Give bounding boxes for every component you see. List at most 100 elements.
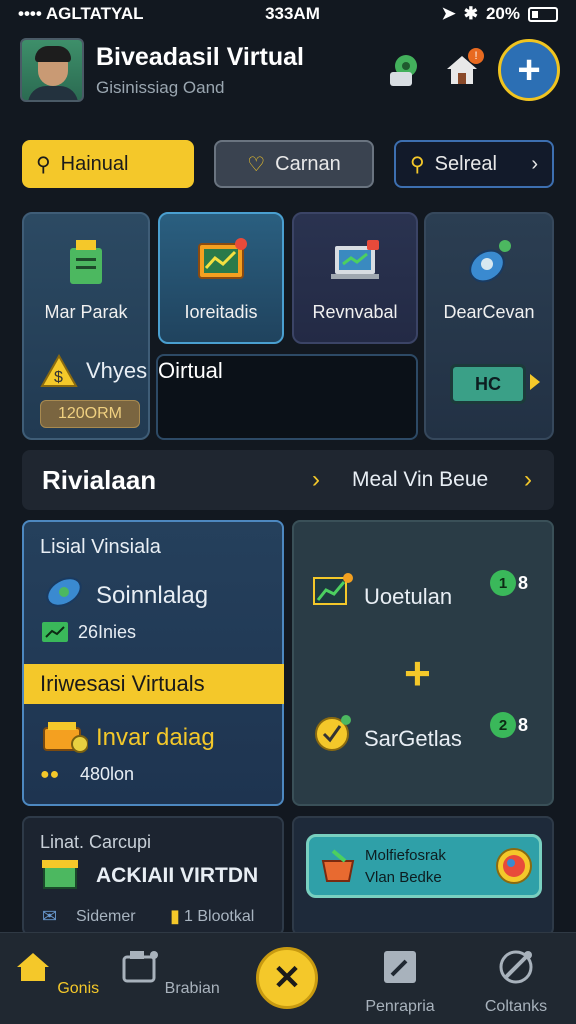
bluetooth-icon: ✱	[463, 4, 478, 23]
bottom-tab-bar: Gonis Brabian ✕ Penrapria Coltanks	[0, 932, 576, 1024]
svg-text:$: $	[54, 369, 63, 386]
chevron-right-icon: ›	[531, 152, 538, 175]
item-sub: 480lon	[80, 764, 135, 784]
card-title: Linat. Carcupi	[40, 832, 152, 852]
card-title: Lisial Vinsiala	[40, 536, 161, 558]
basket-icon	[321, 849, 355, 882]
count-badge: 1 8	[490, 568, 540, 598]
tag-icon	[46, 577, 82, 607]
card-virtual-left[interactable]: Lisial Vinsiala Soinnlalag 26Inies Iriwe…	[22, 520, 284, 806]
laptop-icon	[331, 240, 379, 279]
tile-revnvabal[interactable]: Revnvabal	[292, 212, 418, 344]
status-right: ➤ ✱ 20%	[441, 4, 558, 24]
item-sub: 26Inies	[78, 622, 137, 642]
battery-icon	[527, 6, 558, 22]
tab-label: Coltanks	[484, 998, 548, 1015]
chip-hainual[interactable]: ⚲ Hainual	[22, 140, 194, 188]
chart-icon	[42, 622, 68, 642]
tab-penrapria[interactable]: Penrapria	[350, 943, 450, 1016]
item-label: Uoetulan	[364, 584, 453, 609]
status-bar: •••• AGLTATYAL 333AM ➤ ✱ 20%	[0, 0, 576, 28]
home-icon[interactable]: !	[440, 48, 484, 92]
chart-icon	[313, 573, 353, 605]
tile-label: Ioreitadis	[184, 302, 258, 322]
banner-title: Rivialaan	[42, 464, 157, 495]
edit-icon	[384, 951, 416, 983]
avatar[interactable]	[20, 38, 84, 102]
page-subtitle: Gisinissiag Oand	[96, 77, 225, 97]
tab-home[interactable]: Gonis	[6, 943, 106, 998]
chip-label: Selreal	[434, 152, 497, 175]
header-titles: Biveadasil Virtual Gisinissiag Oand	[96, 43, 382, 98]
tile-dearcevan[interactable]: DearCevan HC	[424, 212, 554, 440]
camera-icon	[122, 951, 159, 983]
tag-icon	[469, 240, 511, 283]
check-badge-icon	[315, 715, 351, 751]
chip-carnan[interactable]: ♡ Carnan	[214, 140, 374, 188]
chart-icon	[198, 238, 247, 279]
add-icon[interactable]: +	[404, 646, 431, 700]
box-icon	[42, 860, 78, 889]
chevron-right-icon: ›	[312, 466, 320, 493]
warning-icon: $	[40, 354, 78, 387]
vhyes-row: $ Vhyes	[40, 354, 147, 388]
chip-label: Carnan	[275, 152, 341, 175]
card-account[interactable]: Linat. Carcupi ACKIAII VIRTDN ✉ Sidemer …	[22, 816, 284, 936]
banner-link[interactable]: Meal Vin Beue	[352, 468, 488, 492]
battery-icon: ▮	[170, 906, 180, 926]
tab-label: Penrapria	[365, 998, 435, 1015]
arrow-right-icon	[530, 374, 540, 390]
header-actions: ! +	[382, 39, 560, 101]
gear-icon[interactable]	[382, 48, 426, 92]
card-virtual-right[interactable]: Uoetulan 1 8 + SarGetlas 2 8	[292, 520, 554, 806]
card-promo[interactable]: Molfiefosrak Vlan Bedke	[292, 816, 554, 936]
link-icon: ⚲	[36, 153, 51, 176]
promo-line1: Molfiefosrak	[365, 847, 446, 864]
account-label: ACKIAII VIRTDN	[96, 864, 259, 887]
notification-badge: !	[468, 48, 484, 64]
pin-icon: ⚲	[410, 153, 425, 176]
oirtual-label: Oirtual	[158, 358, 223, 383]
highlight-strip[interactable]: Iriwesasi Virtuals	[24, 664, 284, 704]
promo-pill[interactable]: Molfiefosrak Vlan Bedke	[306, 834, 542, 898]
tile-label: DearCevan	[443, 302, 535, 322]
sub-right: 1 Blootkal	[184, 908, 255, 925]
tab-coltanks[interactable]: Coltanks	[466, 943, 566, 1016]
home-icon	[16, 953, 49, 981]
globe-icon	[496, 848, 532, 884]
carrier-label: •••• AGLTATYAL	[18, 4, 144, 23]
item-label: Invar daiag	[96, 724, 215, 751]
tab-label: Brabian	[164, 980, 220, 997]
section-banner[interactable]: Rivialaan › Meal Vin Beue ›	[22, 450, 554, 510]
tab-label: Gonis	[57, 980, 100, 997]
document-icon	[70, 240, 102, 284]
add-button[interactable]: +	[498, 39, 560, 101]
page-title: Biveadasil Virtual	[96, 42, 304, 71]
item-label: Soinnlalag	[96, 582, 209, 609]
count-badge: 2 8	[490, 710, 540, 740]
chip-label: Hainual	[60, 152, 129, 175]
tile-label: Revnvabal	[312, 302, 398, 322]
tile-ioreitadis[interactable]: Ioreitadis	[158, 212, 284, 344]
close-button[interactable]: ✕	[256, 947, 318, 1009]
tile-mar-parak[interactable]: Mar Parak $ Vhyes 120ORM	[22, 212, 150, 440]
chevron-right-icon: ›	[524, 466, 532, 493]
heart-icon: ♡	[247, 153, 266, 176]
coin-icon: ●●	[40, 766, 60, 783]
wallet-icon	[43, 722, 88, 753]
mail-icon: ✉	[42, 906, 58, 926]
hc-badge[interactable]: HC	[450, 364, 526, 404]
code-badge: 120ORM	[40, 400, 140, 428]
promo-line2: Vlan Bedke	[365, 869, 442, 886]
tab-brabian[interactable]: Brabian	[120, 943, 220, 998]
tile-label: Mar Parak	[44, 302, 128, 322]
filter-chips: ⚲ Hainual ♡ Carnan ⚲ Selreal ›	[22, 140, 554, 188]
item-label: SarGetlas	[364, 726, 462, 751]
header: Biveadasil Virtual Gisinissiag Oand ! +	[20, 36, 560, 104]
battery-label: 20%	[485, 4, 520, 23]
time-label: 333AM	[265, 4, 320, 23]
chip-selreal[interactable]: ⚲ Selreal ›	[394, 140, 554, 188]
tiles-grid: Mar Parak $ Vhyes 120ORM Ioreitadis Revn…	[22, 212, 554, 442]
sub-left: Sidemer	[76, 908, 136, 925]
location-icon: ➤	[441, 4, 456, 23]
